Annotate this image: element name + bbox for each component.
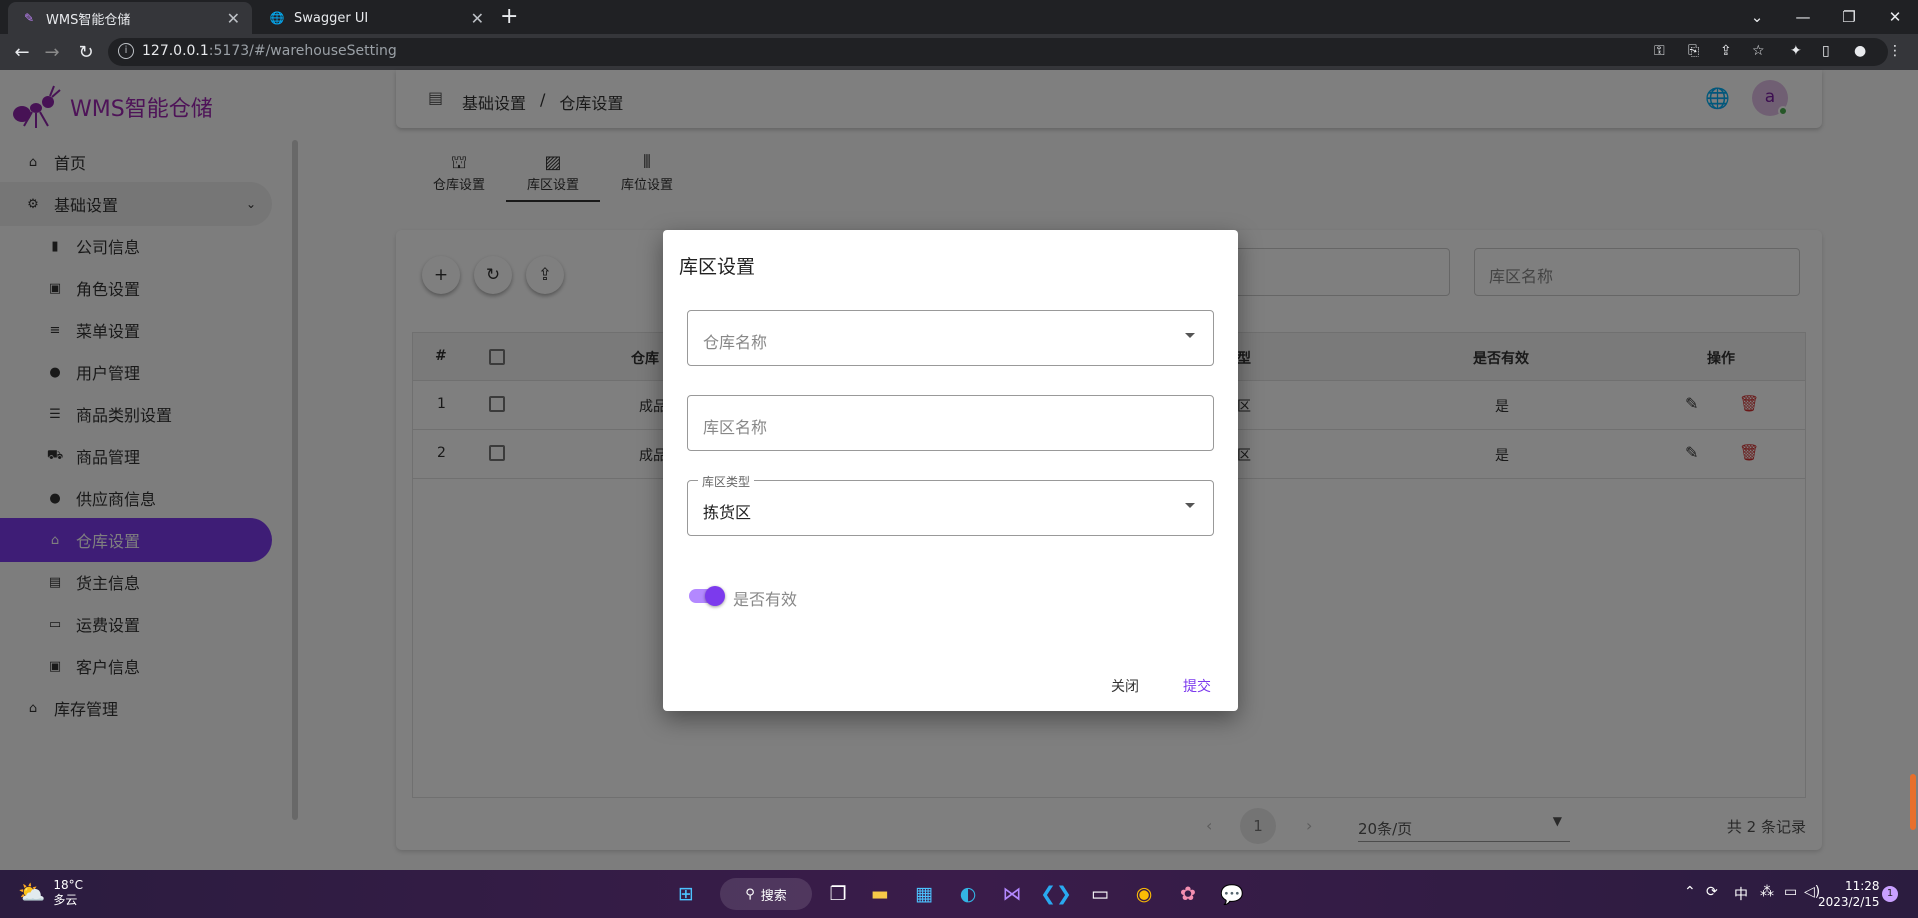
taskbar-search[interactable]: ⚲ 搜索 [720,878,812,910]
globe-favicon-icon: 🌐 [269,11,285,25]
valid-toggle[interactable] [687,586,727,606]
weather-widget[interactable]: ⛅ 18°C 多云 [18,878,83,908]
dialog-title: 库区设置 [679,256,756,278]
caret-down-icon [1185,503,1195,508]
site-info-icon[interactable]: i [118,43,134,59]
system-clock[interactable]: 11:28 2023/2/15 [1818,878,1880,910]
share-icon[interactable]: ⇪ [1720,43,1732,59]
area-type-value: 拣货区 [703,503,752,522]
chrome-icon[interactable]: ◉ [1130,880,1158,908]
wms-favicon-icon: ✎ [23,11,35,25]
language-switch-icon[interactable]: ⁂ [1760,884,1774,900]
warehouse-name-placeholder: 仓库名称 [703,333,768,352]
area-settings-dialog: 库区设置 仓库名称 库区名称 库区类型 拣货区 是否有效 关闭 提交 [663,230,1238,711]
restore-icon[interactable]: ❐ [1826,0,1872,34]
close-button[interactable]: 关闭 [1111,676,1139,696]
url-host: 127.0.0.1 [142,43,209,59]
close-window-icon[interactable]: ✕ [1872,0,1918,34]
file-explorer-icon[interactable]: ▬ [866,880,894,908]
browser-tab-bar: ✎ WMS智能仓储 ✕ 🌐 Swagger UI ✕ + ⌄ — ❐ ✕ [0,0,1918,34]
translate-icon[interactable]: ⎘ [1688,43,1699,59]
thermometer-widget [1910,774,1916,830]
toggle-thumb [705,586,725,606]
store-icon[interactable]: ▦ [910,880,938,908]
url-text[interactable]: 127.0.0.1:5173/#/warehouseSetting [142,43,397,59]
start-windows-icon[interactable]: ⊞ [672,880,700,908]
wechat-icon[interactable]: 💬 [1218,880,1246,908]
submit-button[interactable]: 提交 [1183,676,1211,696]
tray-overflow-icon[interactable]: ⌃ [1684,884,1696,900]
taskbar: ⛅ 18°C 多云 ⊞ ⚲ 搜索 ❐ ▬ ▦ ◐ ⋈ ❮❯ ▭ ◉ ✿ 💬 ⌃ … [0,870,1918,918]
clock-time: 11:28 [1844,879,1880,893]
edge-browser-icon[interactable]: ◐ [954,880,982,908]
close-tab-icon[interactable]: ✕ [227,9,240,28]
taskbar-search-label: 搜索 [760,888,787,904]
weather-desc: 多云 [53,893,78,907]
forward-icon[interactable]: → [42,42,62,63]
omnibox[interactable]: i 127.0.0.1:5173/#/warehouseSetting [108,38,1888,66]
tab-search-chevron-icon[interactable]: ⌄ [1734,0,1780,34]
visual-studio-icon[interactable]: ⋈ [998,880,1026,908]
warehouse-name-select[interactable]: 仓库名称 [687,310,1214,366]
area-type-label: 库区类型 [698,473,755,490]
caret-down-icon [1185,333,1195,338]
tab-title: Swagger UI [294,10,369,26]
colorful-app-icon[interactable]: ✿ [1174,880,1202,908]
menu-kebab-icon[interactable]: ⋮ [1888,43,1902,59]
search-icon: ⚲ [745,886,755,902]
terminal-icon[interactable]: ▭ [1086,880,1114,908]
valid-toggle-label: 是否有效 [733,590,798,609]
extensions-puzzle-icon[interactable]: ✦ [1790,43,1802,59]
reload-icon[interactable]: ↻ [76,42,96,63]
area-name-input[interactable]: 库区名称 [687,395,1214,451]
new-tab-icon[interactable]: + [500,4,518,29]
ime-indicator[interactable]: 中 [1734,884,1748,904]
network-icon[interactable]: ▭ [1784,884,1797,900]
address-toolbar: ← → ↻ i 127.0.0.1:5173/#/warehouseSettin… [0,34,1918,70]
profile-icon[interactable]: ● [1854,43,1866,59]
tab-title: WMS智能仓储 [46,12,131,28]
key-icon[interactable]: ⚿ [1654,43,1665,59]
side-panel-icon[interactable]: ▯ [1822,43,1830,59]
area-name-placeholder: 库区名称 [703,418,768,437]
tab-wms[interactable]: ✎ WMS智能仓储 ✕ [8,2,252,34]
task-view-icon[interactable]: ❐ [824,880,852,908]
close-tab-icon[interactable]: ✕ [471,9,484,28]
bookmark-star-icon[interactable]: ☆ [1752,43,1765,59]
minimize-icon[interactable]: — [1780,0,1826,34]
notification-badge[interactable]: 1 [1882,886,1898,902]
temperature: 18°C [53,878,84,892]
partly-cloudy-icon: ⛅ [18,880,46,906]
area-type-select[interactable]: 库区类型 拣货区 [687,473,1214,536]
vscode-icon[interactable]: ❮❯ [1040,880,1072,908]
tab-swagger[interactable]: 🌐 Swagger UI ✕ [256,2,496,34]
clock-date: 2023/2/15 [1818,895,1880,909]
sync-icon[interactable]: ⟳ [1706,884,1718,900]
back-icon[interactable]: ← [12,42,32,63]
url-path: :5173/#/warehouseSetting [208,43,397,59]
